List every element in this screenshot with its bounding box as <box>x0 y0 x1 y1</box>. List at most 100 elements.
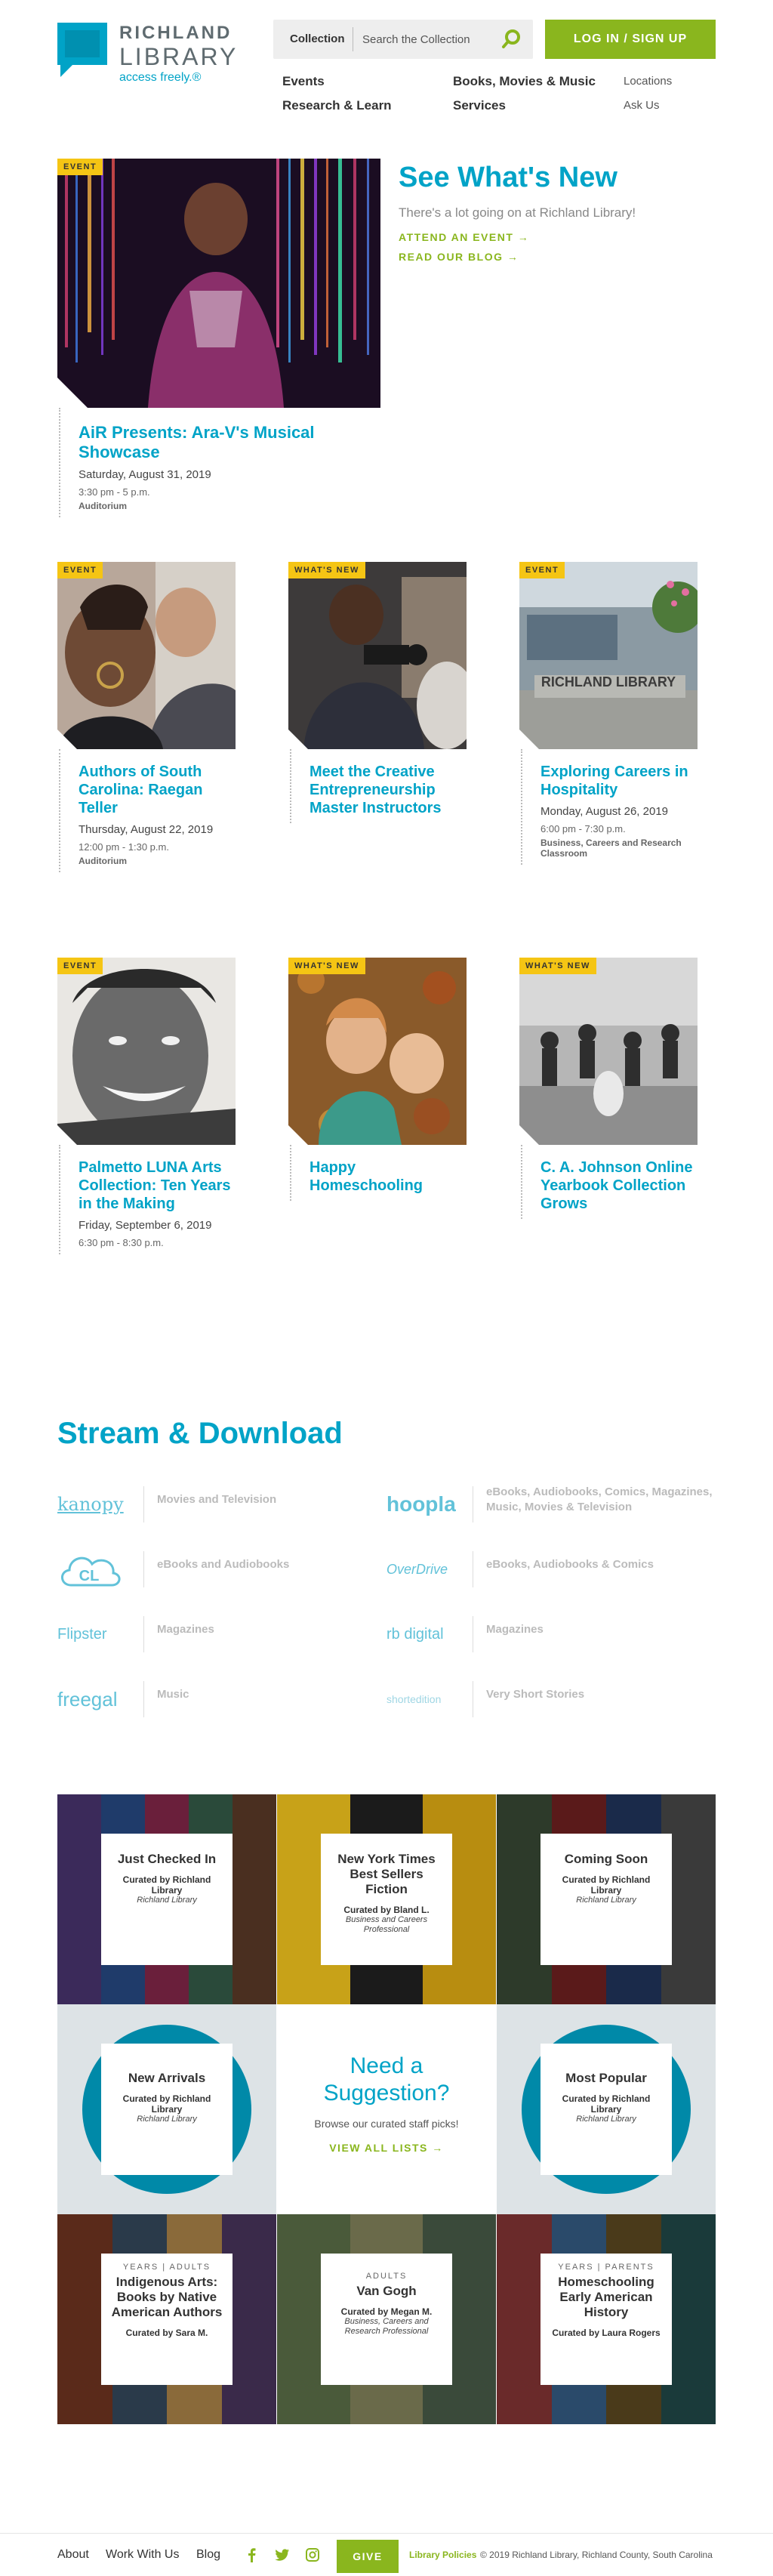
nav-research-learn[interactable]: Research & Learn <box>282 98 392 113</box>
list-title: New York Times Best Sellers Fiction <box>337 1852 436 1896</box>
card-title[interactable]: Happy Homeschooling <box>310 1158 467 1195</box>
curated-lists-grid: Just Checked In Curated by Richland Libr… <box>57 1794 716 2424</box>
cloudlibrary-logo-text: CL <box>79 1568 100 1584</box>
footer-work-with-us-link[interactable]: Work With Us <box>106 2548 179 2562</box>
card-title[interactable]: Authors of South Carolina: Raegan Teller <box>79 763 236 817</box>
card-image: WHAT'S NEW <box>288 562 467 749</box>
search-button[interactable] <box>500 27 524 51</box>
featured-event-image[interactable]: EVENT <box>57 159 380 408</box>
site-footer: About Work With Us Blog GIVE Library Pol… <box>0 2533 773 2576</box>
featured-event-details: AiR Presents: Ara-V's Musical Showcase S… <box>59 408 376 517</box>
list-tile-indigenous-arts[interactable]: YEARS | ADULTS Indigenous Arts: Books by… <box>57 2214 276 2424</box>
stream-item-flipster[interactable]: Flipster Magazines <box>57 1612 390 1657</box>
list-curator: Curated by Richland Library <box>562 2093 651 2115</box>
list-card: New York Times Best Sellers Fiction Cura… <box>321 1834 452 1965</box>
card-title[interactable]: Meet the Creative Entrepreneurship Maste… <box>310 763 467 817</box>
image-notch <box>57 730 77 749</box>
logo-name-line1: RICHLAND <box>119 23 233 43</box>
list-tile-coming-soon[interactable]: Coming Soon Curated by Richland Library … <box>497 1794 716 2004</box>
card-title[interactable]: C. A. Johnson Online Yearbook Collection… <box>540 1158 698 1213</box>
card-body: Meet the Creative Entrepreneurship Maste… <box>290 749 467 823</box>
list-tile-homeschooling-history[interactable]: YEARS | PARENTS Homeschooling Early Amer… <box>497 2214 716 2424</box>
stream-item-rbdigital[interactable]: rb digital Magazines <box>386 1612 719 1657</box>
event-badge: EVENT <box>57 958 103 974</box>
stream-item-kanopy[interactable]: kanopy Movies and Television <box>57 1482 390 1527</box>
stream-item-label: Music <box>157 1688 189 1701</box>
card-time: 12:00 pm - 1:30 p.m. <box>79 841 169 853</box>
kanopy-logo: kanopy <box>57 1494 124 1515</box>
stream-item-overdrive[interactable]: OverDrive eBooks, Audiobooks & Comics <box>386 1547 719 1592</box>
short-edition-logo: shortedition <box>386 1693 442 1705</box>
list-curator: Curated by Bland L. <box>343 1905 430 1915</box>
whats-new-badge: WHAT'S NEW <box>288 562 365 578</box>
card-careers-hospitality[interactable]: RICHLAND LIBRARY EVENT Exploring Careers… <box>519 562 698 865</box>
whats-new-intro: See What's New There's a lot going on at… <box>399 160 716 263</box>
card-palmetto-luna[interactable]: EVENT Palmetto LUNA Arts Collection: Ten… <box>57 958 236 1254</box>
whats-new-heading: See What's New <box>399 162 617 193</box>
card-date: Thursday, August 22, 2019 <box>79 823 214 836</box>
search-input[interactable] <box>362 28 492 51</box>
list-curator-org: Richland Library <box>137 2115 197 2124</box>
nav-books-movies-music[interactable]: Books, Movies & Music <box>453 74 596 89</box>
list-curator: Curated by Richland Library <box>122 1874 211 1896</box>
nav-ask-us[interactable]: Ask Us <box>624 99 660 112</box>
cloudlibrary-logo: CL <box>57 1553 133 1587</box>
list-card: ADULTS Van Gogh Curated by Megan M. Busi… <box>321 2254 452 2385</box>
stream-item-label: Magazines <box>486 1623 544 1636</box>
nav-locations[interactable]: Locations <box>624 75 672 88</box>
instagram-icon[interactable] <box>305 2547 320 2562</box>
list-card: YEARS | ADULTS Indigenous Arts: Books by… <box>101 2254 233 2385</box>
give-button[interactable]: GIVE <box>337 2540 399 2573</box>
card-time: 6:00 pm - 7:30 p.m. <box>540 823 626 835</box>
stream-item-cloudlibrary[interactable]: CL eBooks and Audiobooks <box>57 1547 390 1592</box>
list-tile-nyt-best-sellers[interactable]: New York Times Best Sellers Fiction Cura… <box>277 1794 496 2004</box>
card-authors-of-sc[interactable]: EVENT Authors of South Carolina: Raegan … <box>57 562 236 872</box>
facebook-icon[interactable] <box>245 2547 260 2562</box>
stream-item-label: Movies and Television <box>157 1493 277 1506</box>
stream-item-hoopla[interactable]: hoopla eBooks, Audiobooks, Comics, Magaz… <box>386 1482 719 1527</box>
list-curator-org: Richland Library <box>576 2115 636 2124</box>
nav-events[interactable]: Events <box>282 74 325 89</box>
library-policies-link[interactable]: Library Policies <box>409 2550 476 2560</box>
list-tile-new-arrivals[interactable]: New Arrivals Curated by Richland Library… <box>57 2004 276 2214</box>
suggestion-heading: Need a Suggestion? <box>323 2053 450 2106</box>
read-blog-link[interactable]: READ OUR BLOG → <box>399 251 716 263</box>
list-curator: Curated by Megan M. <box>340 2306 433 2317</box>
card-ca-johnson-yearbook[interactable]: WHAT'S NEW C. A. Johnson Online Yearbook… <box>519 958 698 1219</box>
footer-blog-link[interactable]: Blog <box>196 2548 220 2562</box>
attend-event-link[interactable]: ATTEND AN EVENT → <box>399 231 716 243</box>
login-signup-button[interactable]: LOG IN / SIGN UP <box>545 20 716 59</box>
card-creative-entrepreneurship[interactable]: WHAT'S NEW Meet the Creative Entrepreneu… <box>288 562 467 823</box>
list-tile-van-gogh[interactable]: ADULTS Van Gogh Curated by Megan M. Busi… <box>277 2214 496 2424</box>
footer-about-link[interactable]: About <box>57 2548 89 2562</box>
divider <box>143 1551 144 1587</box>
stream-item-freegal[interactable]: freegal Music <box>57 1677 390 1722</box>
list-title: Van Gogh <box>356 2284 417 2298</box>
view-all-lists-link[interactable]: VIEW ALL LISTS → <box>277 2142 496 2154</box>
list-curator-org: Business, Careers and Research Professio… <box>344 2317 429 2336</box>
twitter-icon[interactable] <box>275 2547 290 2562</box>
featured-event-title[interactable]: AiR Presents: Ara-V's Musical Showcase <box>79 423 376 462</box>
card-happy-homeschooling[interactable]: WHAT'S NEW Happy Homeschooling <box>288 958 467 1201</box>
copyright: © 2019 Richland Library, Richland County… <box>480 2550 713 2560</box>
image-notch <box>519 730 539 749</box>
list-tile-most-popular[interactable]: Most Popular Curated by Richland Library… <box>497 2004 716 2214</box>
suggestion-content: Need a Suggestion? Browse our curated st… <box>277 2053 496 2154</box>
nav-services[interactable]: Services <box>453 98 506 113</box>
stream-item-short-edition[interactable]: shortedition Very Short Stories <box>386 1677 719 1722</box>
search-bar: Collection <box>273 20 533 59</box>
list-curator: Curated by Richland Library <box>562 1874 651 1896</box>
search-category-select[interactable]: Collection <box>282 27 353 51</box>
list-tile-just-checked-in[interactable]: Just Checked In Curated by Richland Libr… <box>57 1794 276 2004</box>
featured-event-date: Saturday, August 31, 2019 <box>79 468 211 481</box>
card-body: Authors of South Carolina: Raegan Teller… <box>59 749 236 872</box>
whats-new-badge: WHAT'S NEW <box>288 958 365 974</box>
list-audience: YEARS | ADULTS <box>122 2263 211 2272</box>
card-image: WHAT'S NEW <box>519 958 698 1145</box>
stream-item-label: eBooks and Audiobooks <box>157 1558 290 1571</box>
card-title[interactable]: Exploring Careers in Hospitality <box>540 763 698 799</box>
search-icon <box>502 29 520 48</box>
logo[interactable]: RICHLAND LIBRARY access freely.® <box>57 20 254 88</box>
hoopla-logo: hoopla <box>386 1492 456 1516</box>
card-title[interactable]: Palmetto LUNA Arts Collection: Ten Years… <box>79 1158 236 1213</box>
